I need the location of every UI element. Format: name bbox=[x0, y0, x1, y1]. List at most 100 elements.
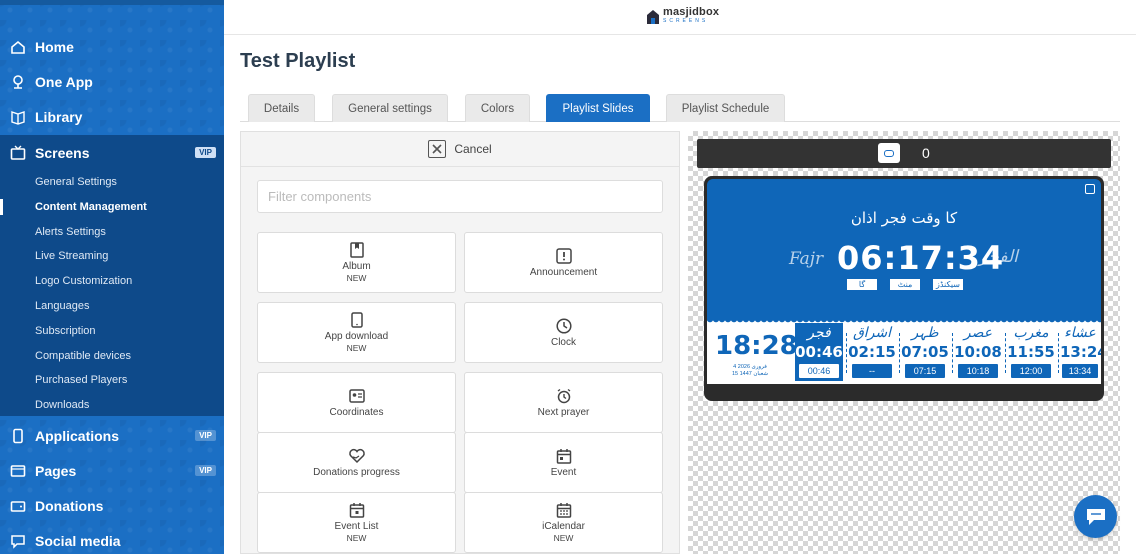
home-icon bbox=[9, 38, 27, 56]
nav-screens[interactable]: Screens VIP bbox=[0, 135, 224, 170]
slide-preview: 0 کا وقت فجر اذان Fajr 06:17:34 الفجر گا… bbox=[688, 131, 1120, 554]
mosque-icon bbox=[9, 73, 27, 91]
prayer-ishraq: اشراق 02:15 -- bbox=[848, 323, 896, 381]
logo-name: masjidbox bbox=[663, 6, 720, 18]
hijri-date: 15 شعبان 1447 bbox=[731, 371, 769, 377]
nav-pages[interactable]: Pages VIP bbox=[0, 453, 224, 488]
phone-icon bbox=[9, 427, 27, 445]
component-event[interactable]: Event bbox=[464, 432, 663, 493]
sidebar: Home One App Library Screens VIP General… bbox=[0, 0, 224, 554]
component-app-download[interactable]: App download NEW bbox=[257, 302, 456, 363]
prayer-isha: عشاء 13:24 13:34 bbox=[1060, 323, 1101, 381]
screen-title: کا وقت فجر اذان bbox=[850, 209, 958, 227]
coordinates-icon bbox=[348, 388, 365, 404]
orientation-toggle-button[interactable] bbox=[878, 143, 900, 163]
masjidbox-logo[interactable]: masjidbox SCREENS bbox=[646, 6, 720, 26]
nav-social-media[interactable]: Social media bbox=[0, 523, 224, 554]
unit-seconds: سیکنڈز bbox=[933, 279, 963, 290]
sub-logo-customization[interactable]: Logo Customization bbox=[0, 269, 224, 293]
album-icon bbox=[349, 242, 364, 258]
logo-mark-icon bbox=[647, 10, 659, 24]
screen-landscape-icon bbox=[884, 149, 894, 157]
gregorian-date: 4 فروری 2026 bbox=[733, 364, 767, 370]
tab-details[interactable]: Details bbox=[248, 94, 315, 122]
nav-donations[interactable]: Donations bbox=[0, 488, 224, 523]
fajr-calligraphy-left: Fajr bbox=[789, 249, 824, 269]
nav-applications[interactable]: Applications VIP bbox=[0, 418, 224, 453]
tab-playlist-schedule[interactable]: Playlist Schedule bbox=[666, 94, 785, 122]
prayer-asr: عصر 10:08 10:18 bbox=[954, 323, 1002, 381]
component-icalendar[interactable]: iCalendar NEW bbox=[464, 492, 663, 553]
nav-screens-label: Screens bbox=[35, 144, 90, 161]
sub-alerts-settings[interactable]: Alerts Settings bbox=[0, 220, 224, 244]
top-bar: masjidbox SCREENS bbox=[224, 0, 1136, 35]
new-badge: NEW bbox=[346, 533, 367, 543]
component-event-list[interactable]: Event List NEW bbox=[257, 492, 456, 553]
nav-one-app[interactable]: One App bbox=[0, 64, 224, 99]
component-label: Next prayer bbox=[537, 406, 590, 418]
sub-compatible-devices[interactable]: Compatible devices bbox=[0, 344, 224, 368]
preview-toolbar: 0 bbox=[697, 139, 1111, 168]
prayer-separator bbox=[952, 333, 953, 373]
iqama-time: 12:00 bbox=[1011, 364, 1051, 378]
tab-colors[interactable]: Colors bbox=[465, 94, 530, 122]
prayer-name: اشراق bbox=[852, 325, 892, 341]
sub-subscription[interactable]: Subscription bbox=[0, 319, 224, 343]
iqama-time: 00:46 bbox=[799, 364, 839, 378]
calendar-icon bbox=[556, 448, 572, 464]
prayer-separator bbox=[846, 333, 847, 373]
prayer-name: فجر bbox=[807, 325, 831, 341]
component-label: iCalendar bbox=[542, 521, 585, 532]
prayer-time: 00:46 bbox=[795, 343, 843, 361]
prayer-time: 13:24 bbox=[1060, 343, 1101, 361]
nav-library[interactable]: Library bbox=[0, 99, 224, 134]
prayer-fajr: فجر 00:46 00:46 bbox=[795, 323, 843, 381]
iqama-time: 10:18 bbox=[958, 364, 998, 378]
new-badge: NEW bbox=[553, 533, 574, 543]
screens-submenu: General Settings Content Management Aler… bbox=[0, 170, 224, 416]
prayer-name: ظہر bbox=[911, 325, 939, 341]
sub-live-streaming[interactable]: Live Streaming bbox=[0, 244, 224, 268]
component-label: App download bbox=[324, 331, 389, 342]
close-icon bbox=[428, 140, 447, 158]
sub-content-management[interactable]: Content Management bbox=[0, 195, 224, 219]
clock-icon bbox=[555, 317, 572, 334]
component-album[interactable]: Album NEW bbox=[257, 232, 456, 293]
chat-bubble-icon bbox=[1086, 508, 1105, 525]
screen-preview[interactable]: کا وقت فجر اذان Fajr 06:17:34 الفجر گا م… bbox=[704, 176, 1104, 401]
sub-general-settings[interactable]: General Settings bbox=[0, 170, 224, 194]
new-badge: NEW bbox=[346, 343, 367, 353]
sub-downloads[interactable]: Downloads bbox=[0, 393, 224, 417]
prayer-time: 11:55 bbox=[1007, 343, 1055, 361]
screen-status-icons bbox=[1085, 184, 1095, 194]
iqama-time: 07:15 bbox=[905, 364, 945, 378]
current-date: 4 فروری 2026 15 شعبان 1447 bbox=[715, 364, 785, 378]
prayer-time: 02:15 bbox=[848, 343, 896, 361]
phone-download-icon bbox=[350, 312, 363, 328]
component-announcement[interactable]: Announcement bbox=[464, 232, 663, 293]
filter-components-input[interactable] bbox=[257, 180, 663, 213]
component-next-prayer[interactable]: Next prayer bbox=[464, 372, 663, 433]
component-label: Event bbox=[550, 466, 577, 478]
sub-languages[interactable]: Languages bbox=[0, 294, 224, 318]
vip-badge: VIP bbox=[195, 430, 216, 441]
cancel-button[interactable]: Cancel bbox=[241, 132, 679, 167]
support-chat-button[interactable] bbox=[1074, 495, 1117, 538]
tab-playlist-slides[interactable]: Playlist Slides bbox=[546, 94, 650, 122]
nav-applications-label: Applications bbox=[35, 427, 120, 444]
tab-bar: Details General settings Colors Playlist… bbox=[240, 94, 1120, 122]
component-coordinates[interactable]: Coordinates bbox=[257, 372, 456, 433]
component-clock[interactable]: Clock bbox=[464, 302, 663, 363]
slide-count: 0 bbox=[922, 145, 930, 161]
sub-purchased-players[interactable]: Purchased Players bbox=[0, 368, 224, 392]
component-label: Announcement bbox=[529, 266, 598, 278]
unit-hours: گا bbox=[847, 279, 877, 290]
tab-general-settings[interactable]: General settings bbox=[332, 94, 448, 122]
component-donations-progress[interactable]: Donations progress bbox=[257, 432, 456, 493]
prayer-dhuhr: ظہر 07:05 07:15 bbox=[901, 323, 949, 381]
announcement-icon bbox=[555, 247, 572, 264]
component-label: Clock bbox=[550, 336, 576, 348]
nav-home[interactable]: Home bbox=[0, 29, 224, 64]
nav-pages-label: Pages bbox=[35, 462, 77, 479]
component-label: Album bbox=[342, 261, 371, 272]
